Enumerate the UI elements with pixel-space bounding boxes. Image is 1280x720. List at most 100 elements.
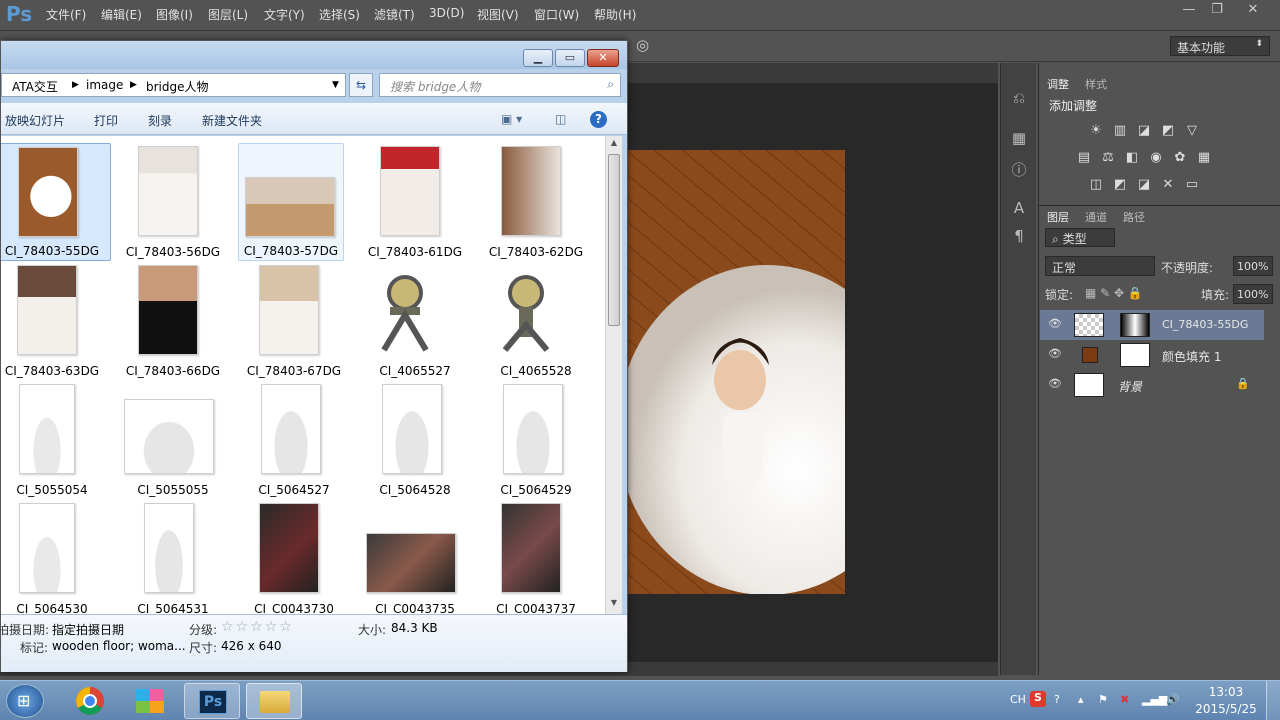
- menu-file[interactable]: 文件(F): [46, 6, 86, 23]
- clock-date[interactable]: 2015/5/25: [1190, 702, 1262, 716]
- chevron-right-icon[interactable]: ▶: [72, 80, 79, 90]
- eye-icon[interactable]: 👁: [1048, 377, 1062, 390]
- file-tile[interactable]: CI_5064529: [477, 381, 595, 499]
- minimize-icon[interactable]: —: [1178, 2, 1200, 18]
- file-tile[interactable]: CI_C0043730: [235, 500, 353, 614]
- flag-icon[interactable]: ⚑: [1098, 693, 1108, 706]
- blend-mode-dropdown[interactable]: 正常: [1045, 256, 1155, 276]
- network-error-icon[interactable]: ✖: [1120, 693, 1129, 706]
- file-tile[interactable]: CI_78403-55DG: [1, 143, 111, 261]
- paragraph-icon[interactable]: ¶: [1009, 227, 1029, 247]
- fill-field[interactable]: 100%: [1233, 284, 1273, 304]
- brush-icon[interactable]: ◎: [636, 36, 649, 54]
- gradient-map-icon[interactable]: ▽: [1183, 123, 1201, 139]
- file-tile[interactable]: CI_78403-57DG: [238, 143, 344, 261]
- file-tile[interactable]: CI_5064528: [356, 381, 474, 499]
- taskbar-app[interactable]: [122, 683, 178, 719]
- scroll-up-icon[interactable]: ▲: [607, 138, 621, 150]
- clock-time[interactable]: 13:03: [1196, 685, 1256, 699]
- file-tile[interactable]: CI_78403-63DG: [1, 262, 111, 380]
- file-tile[interactable]: CI_78403-56DG: [114, 143, 232, 261]
- help-icon[interactable]: ?: [590, 111, 607, 128]
- threshold-icon[interactable]: ◪: [1135, 177, 1153, 193]
- document-image[interactable]: [627, 150, 845, 594]
- close-button[interactable]: ✕: [587, 49, 619, 67]
- curves-icon[interactable]: ◪: [1135, 123, 1153, 139]
- show-desktop-button[interactable]: [1266, 681, 1280, 720]
- start-button[interactable]: ⊞: [6, 684, 44, 718]
- layer-row[interactable]: 👁 CI_78403-55DG: [1040, 310, 1264, 340]
- eye-icon[interactable]: 👁: [1048, 347, 1062, 360]
- opacity-field[interactable]: 100%: [1233, 256, 1273, 276]
- taskbar-chrome[interactable]: [62, 683, 118, 719]
- history-icon[interactable]: ⎌: [1009, 89, 1029, 109]
- file-tile[interactable]: CI_5055055: [114, 381, 232, 499]
- help-tray-icon[interactable]: ?: [1054, 693, 1060, 706]
- color-lookup-icon[interactable]: ▦: [1195, 150, 1213, 166]
- volume-icon[interactable]: 🔊: [1166, 693, 1180, 706]
- tab-adjustments[interactable]: 调整: [1047, 76, 1069, 92]
- minimize-button[interactable]: ▁: [523, 49, 553, 67]
- file-tile[interactable]: CI_4065527: [356, 262, 474, 380]
- taskbar-explorer[interactable]: [246, 683, 302, 719]
- workspace-dropdown[interactable]: 基本功能 ⬍: [1170, 36, 1270, 56]
- signal-icon[interactable]: ▂▄▆: [1142, 693, 1167, 706]
- preview-pane-icon[interactable]: ◫: [555, 112, 566, 126]
- tab-layers[interactable]: 图层: [1047, 209, 1069, 225]
- file-tile[interactable]: CI_78403-67DG: [235, 262, 353, 380]
- invert-icon[interactable]: ◫: [1087, 177, 1105, 193]
- file-tile[interactable]: CI_5064527: [235, 381, 353, 499]
- menu-view[interactable]: 视图(V): [477, 6, 519, 23]
- info-icon[interactable]: ⓘ: [1009, 159, 1029, 179]
- vertical-scrollbar[interactable]: ▲ ▼: [605, 136, 622, 614]
- vibrance-icon[interactable]: ▤: [1075, 150, 1093, 166]
- refresh-icon[interactable]: ⇆: [349, 73, 373, 97]
- breadcrumb-item[interactable]: bridge人物: [146, 78, 209, 95]
- photo-filter-icon[interactable]: ◉: [1147, 150, 1165, 166]
- chevron-down-icon[interactable]: ▼: [332, 80, 339, 90]
- burn-button[interactable]: 刻录: [148, 112, 172, 129]
- lock-icons[interactable]: ▦ ✎ ✥ 🔒: [1085, 286, 1143, 300]
- file-tile[interactable]: CI_5055054: [1, 381, 111, 499]
- gradient-icon[interactable]: ▭: [1183, 177, 1201, 193]
- tags-value[interactable]: wooden floor; woma...: [52, 639, 186, 653]
- file-tile[interactable]: CI_C0043735: [356, 500, 474, 614]
- posterize-icon[interactable]: ◩: [1111, 177, 1129, 193]
- chevron-right-icon[interactable]: ▶: [130, 80, 137, 90]
- eye-icon[interactable]: 👁: [1048, 317, 1062, 330]
- new-folder-button[interactable]: 新建文件夹: [202, 112, 262, 129]
- black-white-icon[interactable]: ◧: [1123, 150, 1141, 166]
- file-tile[interactable]: CI_78403-66DG: [114, 262, 232, 380]
- menu-type[interactable]: 文字(Y): [264, 6, 305, 23]
- menu-help[interactable]: 帮助(H): [594, 6, 636, 23]
- breadcrumb-item[interactable]: image: [86, 78, 123, 92]
- file-tile[interactable]: CI_C0043737: [477, 500, 595, 614]
- rating-stars[interactable]: ☆☆☆☆☆: [221, 619, 294, 635]
- scroll-down-icon[interactable]: ▼: [607, 598, 621, 610]
- levels-icon[interactable]: ▥: [1111, 123, 1129, 139]
- tab-channels[interactable]: 通道: [1085, 209, 1107, 225]
- selective-color-icon[interactable]: ✕: [1159, 177, 1177, 193]
- menu-select[interactable]: 选择(S): [319, 6, 360, 23]
- menu-layer[interactable]: 图层(L): [208, 6, 248, 23]
- view-options-icon[interactable]: ▣ ▾: [501, 112, 522, 126]
- tray-arrow-icon[interactable]: ▴: [1078, 693, 1084, 706]
- menu-3d[interactable]: 3D(D): [429, 6, 464, 20]
- close-icon[interactable]: ✕: [1242, 2, 1264, 18]
- restore-icon[interactable]: ❐: [1206, 2, 1228, 18]
- tab-paths[interactable]: 路径: [1123, 209, 1145, 225]
- scroll-thumb[interactable]: [608, 154, 620, 326]
- language-indicator[interactable]: CH: [1010, 693, 1026, 706]
- print-button[interactable]: 打印: [94, 112, 118, 129]
- taskbar-photoshop[interactable]: Ps: [184, 683, 240, 719]
- menu-window[interactable]: 窗口(W): [534, 6, 579, 23]
- channel-mixer-icon[interactable]: ✿: [1171, 150, 1189, 166]
- file-tile[interactable]: CI_5064530: [1, 500, 111, 614]
- date-value[interactable]: 指定拍摄日期: [52, 621, 124, 638]
- layer-row[interactable]: 👁 背景 🔒: [1040, 370, 1264, 400]
- sogou-icon[interactable]: S: [1030, 691, 1046, 707]
- character-icon[interactable]: A: [1009, 199, 1029, 219]
- maximize-button[interactable]: ▭: [555, 49, 585, 67]
- color-balance-icon[interactable]: ⚖: [1099, 150, 1117, 166]
- slideshow-button[interactable]: 放映幻灯片: [5, 112, 65, 129]
